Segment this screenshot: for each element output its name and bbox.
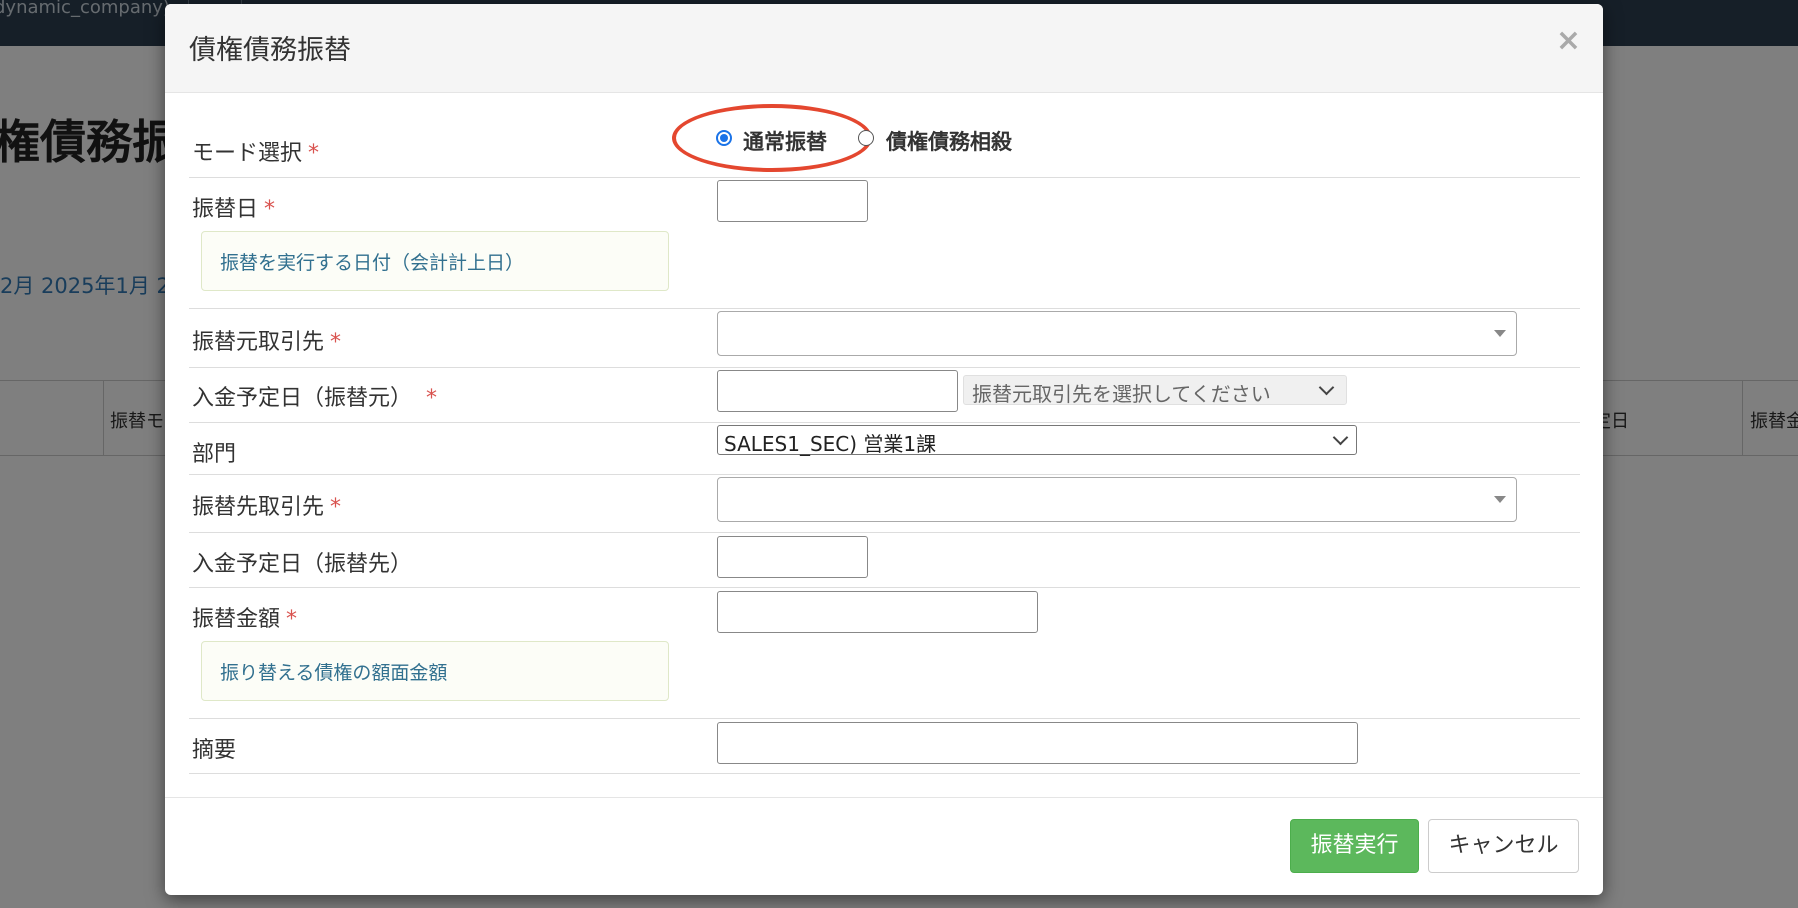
memo-input[interactable] bbox=[717, 722, 1358, 764]
amount-input[interactable] bbox=[717, 591, 1038, 633]
dest-payment-date-label: 入金予定日（振替先） bbox=[192, 552, 413, 577]
source-payment-date-label: 入金予定日（振替元） * bbox=[192, 386, 438, 411]
source-partner-select[interactable] bbox=[717, 311, 1517, 356]
transfer-modal: 債権債務振替 × モード選択 * 通常振替 債権債務相殺 振替日 * 振替を実行する… bbox=[165, 4, 1603, 895]
dest-partner-select[interactable] bbox=[717, 477, 1517, 522]
department-label: 部門 bbox=[192, 442, 237, 467]
required-mark: * bbox=[286, 607, 298, 632]
dropdown-arrow-icon bbox=[1494, 496, 1506, 503]
mode-option-normal-label[interactable]: 通常振替 bbox=[743, 126, 827, 156]
required-mark: * bbox=[330, 330, 342, 355]
transfer-date-label: 振替日 * bbox=[192, 197, 276, 222]
chevron-down-icon bbox=[1318, 379, 1335, 396]
required-mark: * bbox=[330, 495, 342, 520]
modal-title: 債権債務振替 bbox=[189, 35, 351, 66]
dest-payment-date-input[interactable] bbox=[717, 536, 868, 578]
source-payment-date-select-label: 振替元取引先を選択してください bbox=[972, 382, 1271, 406]
required-mark: * bbox=[264, 197, 276, 222]
required-mark: * bbox=[426, 386, 438, 411]
transfer-date-input[interactable] bbox=[717, 180, 868, 222]
close-icon[interactable]: × bbox=[1556, 26, 1581, 56]
mode-option-offset-label[interactable]: 債権債務相殺 bbox=[886, 126, 1012, 156]
department-select[interactable]: SALES1_SEC) 営業1課 bbox=[717, 425, 1357, 456]
execute-transfer-button[interactable]: 振替実行 bbox=[1290, 819, 1419, 873]
department-selected-value: SALES1_SEC) 営業1課 bbox=[724, 432, 937, 456]
amount-help: 振り替える債権の額面金額 bbox=[201, 641, 669, 701]
memo-label: 摘要 bbox=[192, 738, 237, 763]
chevron-down-icon bbox=[1332, 429, 1349, 446]
source-payment-date-select[interactable]: 振替元取引先を選択してください bbox=[963, 375, 1347, 406]
dropdown-arrow-icon bbox=[1494, 330, 1506, 337]
required-mark: * bbox=[308, 141, 320, 166]
mode-label: モード選択 * bbox=[192, 141, 320, 166]
modal-header: 債権債務振替 × bbox=[165, 4, 1603, 93]
dest-payment-date-row: 入金予定日（振替先） bbox=[189, 532, 1580, 588]
source-partner-label: 振替元取引先 * bbox=[192, 330, 342, 355]
transfer-date-row: 振替日 * 振替を実行する日付（会計計上日） bbox=[189, 177, 1580, 309]
dest-partner-label: 振替先取引先 * bbox=[192, 495, 342, 520]
mode-row: モード選択 * bbox=[189, 92, 1580, 178]
cancel-button[interactable]: キャンセル bbox=[1428, 819, 1579, 873]
amount-label: 振替金額 * bbox=[192, 607, 298, 632]
mode-radio-offset[interactable] bbox=[858, 130, 874, 146]
transfer-date-help: 振替を実行する日付（会計計上日） bbox=[201, 231, 669, 291]
mode-radio-normal[interactable] bbox=[716, 130, 732, 146]
source-payment-date-input[interactable] bbox=[717, 370, 958, 412]
